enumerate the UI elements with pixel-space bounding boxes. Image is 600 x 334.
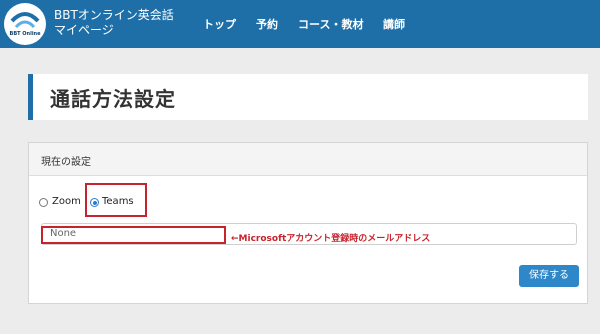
globe-logo-icon (6, 5, 44, 43)
page-title: 通話方法設定 (50, 87, 176, 111)
nav-instructors[interactable]: 講師 (383, 16, 405, 32)
nav-top[interactable]: トップ (203, 16, 236, 32)
top-header: BBT Online BBTオンライン英会話 マイページ トップ 予約 コース・… (0, 0, 600, 48)
site-title-line1: BBTオンライン英会話 (54, 8, 174, 22)
email-annotation: ←Microsoftアカウント登録時のメールアドレス (231, 234, 431, 244)
title-accent-bar (28, 74, 33, 120)
panel-title: 現在の設定 (41, 157, 91, 168)
zoom-label[interactable]: Zoom (52, 196, 81, 207)
site-title-line2: マイページ (54, 23, 114, 37)
settings-panel: 現在の設定 Zoom Teams None ←Microsoftアカウント登録時… (28, 142, 588, 304)
email-highlight-box (41, 226, 226, 244)
site-logo[interactable]: BBT Online (4, 3, 46, 45)
save-button[interactable]: 保存する (519, 265, 579, 287)
teams-radio[interactable] (90, 198, 99, 207)
panel-header: 現在の設定 (29, 143, 587, 176)
page-title-card: 通話方法設定 (28, 74, 588, 120)
nav-reservation[interactable]: 予約 (256, 16, 278, 32)
logo-text: BBT Online (9, 31, 41, 37)
site-title[interactable]: BBTオンライン英会話 マイページ (54, 8, 174, 38)
zoom-radio[interactable] (39, 198, 48, 207)
nav-course-materials[interactable]: コース・教材 (298, 16, 363, 32)
teams-label[interactable]: Teams (102, 196, 134, 207)
